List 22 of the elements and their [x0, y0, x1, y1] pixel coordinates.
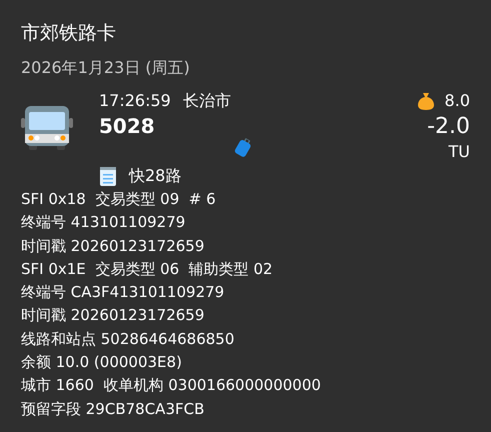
detail-line: 终端号 CA3F413101109279 [21, 282, 224, 304]
date: 2026年1月23日 (周五) [21, 57, 191, 79]
detail-line: 城市 1660 收单机构 0300166000000000 [21, 375, 321, 396]
detail-line: 余额 10.0 (000003E8) [21, 352, 182, 374]
detail-line: SFI 0x18 交易类型 09 # 6 [21, 189, 216, 210]
transaction-time: 17:26:59 [99, 90, 171, 112]
vehicle-number: 5028 [99, 113, 156, 140]
detail-line: 预留字段 29CB78CA3FCB [21, 398, 204, 420]
currency: TU [448, 142, 470, 162]
money-bag-icon [416, 92, 435, 110]
bus-icon [21, 104, 73, 150]
detail-line: 终端号 413101109279 [21, 212, 186, 234]
balance: 8.0 [444, 90, 470, 112]
route-name: 快28路 [129, 165, 182, 187]
city: 长治市 [182, 90, 231, 112]
detail-line: 时间戳 20260123172659 [21, 305, 204, 326]
detail-line: SFI 0x1E 交易类型 06 辅助类型 02 [21, 258, 273, 280]
detail-line: 线路和站点 50286464686850 [21, 328, 234, 350]
notepad-icon [99, 166, 117, 186]
card-title: 市郊铁路卡 [21, 21, 117, 46]
amount: -2.0 [427, 113, 470, 141]
detail-line: 时间戳 20260123172659 [21, 236, 204, 257]
